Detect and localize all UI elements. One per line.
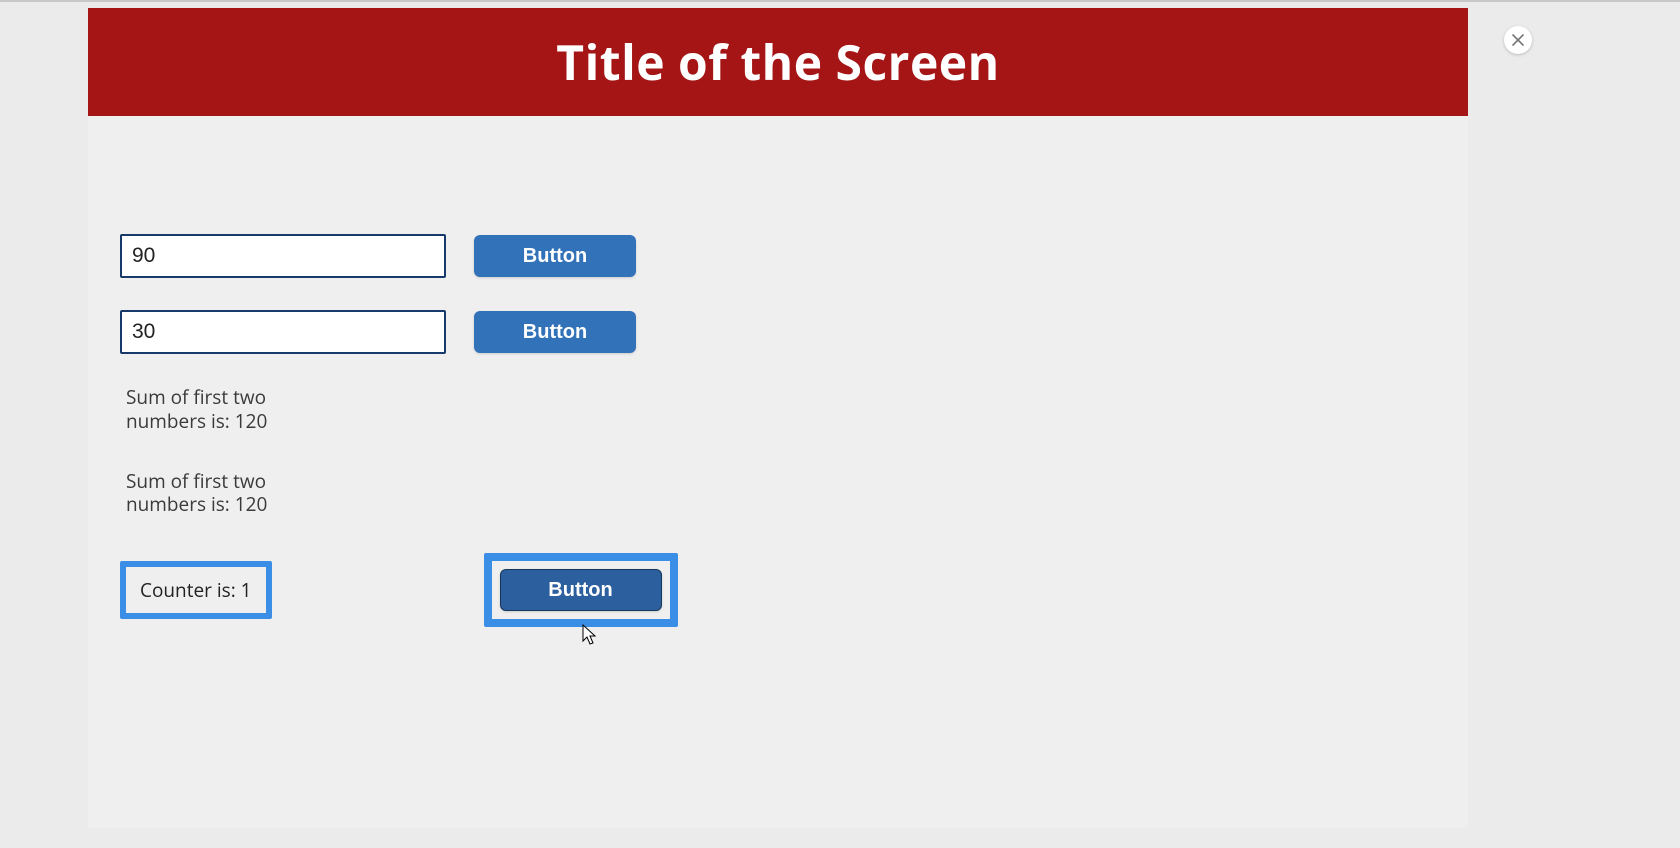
header-bar: Title of the Screen xyxy=(88,8,1468,116)
button-2[interactable]: Button xyxy=(474,311,636,353)
number-input-2[interactable] xyxy=(120,310,446,354)
content-area: Button Button Sum of first two numbers i… xyxy=(88,116,1468,627)
number-input-1[interactable] xyxy=(120,234,446,278)
close-icon xyxy=(1512,34,1524,46)
button-1[interactable]: Button xyxy=(474,235,636,277)
sum-block: Sum of first two numbers is: 120 Sum of … xyxy=(126,386,1468,517)
input-row-2: Button xyxy=(120,310,1468,354)
counter-display: Counter is: 1 xyxy=(120,561,272,619)
page-title: Title of the Screen xyxy=(556,30,999,95)
sum-text-1: Sum of first two numbers is: 120 xyxy=(126,386,276,434)
counter-button[interactable]: Button xyxy=(500,569,662,611)
sum-text-2: Sum of first two numbers is: 120 xyxy=(126,470,276,518)
app-panel: Title of the Screen Button Button Sum of… xyxy=(88,8,1468,828)
input-row-1: Button xyxy=(120,234,1468,278)
counter-button-highlight: Button xyxy=(484,553,678,627)
counter-row: Counter is: 1 Button xyxy=(120,553,1468,627)
close-button[interactable] xyxy=(1504,26,1532,54)
